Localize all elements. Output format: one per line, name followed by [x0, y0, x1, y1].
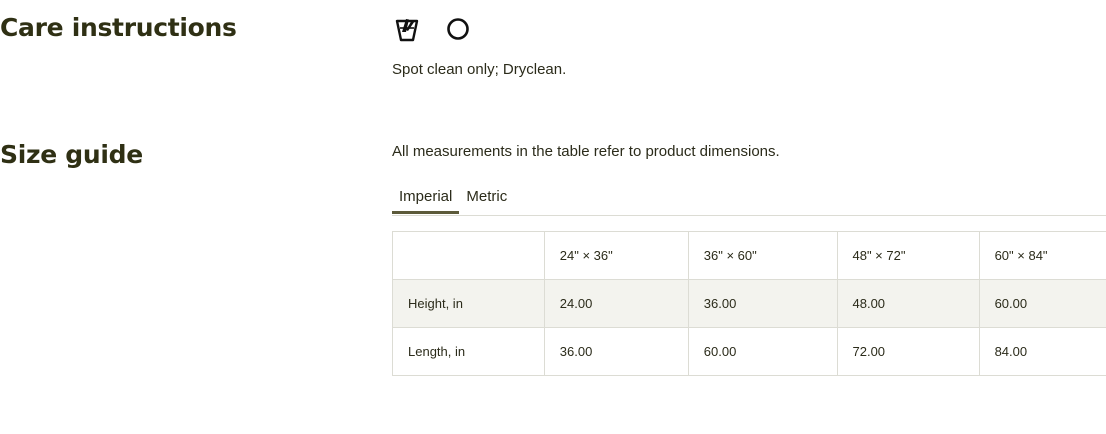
table-header-cell: 24" × 36": [543, 231, 689, 280]
table-row: Length, in 36.00 60.00 72.00 84.00: [392, 327, 1106, 376]
table-cell: 72.00: [836, 327, 980, 376]
dryclean-circle-icon: [446, 17, 470, 41]
tab-metric[interactable]: Metric: [459, 179, 514, 214]
row-label: Height, in: [392, 279, 545, 328]
care-icons: [394, 16, 470, 42]
size-table: 24" × 36" 36" × 60" 48" × 72" 60" × 84" …: [392, 231, 1106, 376]
row-label: Length, in: [392, 327, 545, 376]
spot-clean-icon: [394, 16, 420, 42]
table-cell: 60.00: [978, 279, 1106, 328]
table-cell: 36.00: [543, 327, 689, 376]
table-cell: 24.00: [543, 279, 689, 328]
table-cell: 48.00: [836, 279, 980, 328]
care-instructions-text: Spot clean only; Dryclean.: [392, 61, 567, 78]
tab-imperial[interactable]: Imperial: [392, 179, 460, 214]
table-row: Height, in 24.00 36.00 48.00 60.00: [392, 279, 1106, 328]
size-guide-note: All measurements in the table refer to p…: [392, 143, 780, 160]
table-cell: 36.00: [687, 279, 838, 328]
table-header-cell: 48" × 72": [836, 231, 980, 280]
table-header-cell: [392, 231, 545, 280]
unit-tabs: Imperial Metric: [392, 179, 1106, 216]
size-guide-heading: Size guide: [0, 140, 143, 169]
care-instructions-heading: Care instructions: [0, 13, 237, 42]
table-header-cell: 60" × 84": [978, 231, 1106, 280]
table-header-row: 24" × 36" 36" × 60" 48" × 72" 60" × 84": [392, 231, 1106, 280]
table-header-cell: 36" × 60": [687, 231, 838, 280]
table-cell: 60.00: [687, 327, 838, 376]
product-details-page: Care instructions Spot clean only; Drycl…: [0, 0, 1106, 434]
table-cell: 84.00: [978, 327, 1106, 376]
